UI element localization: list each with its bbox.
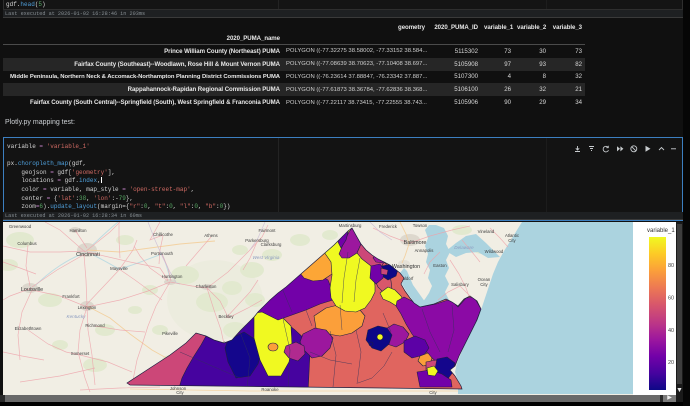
svg-text:Vineland: Vineland <box>478 229 495 234</box>
svg-text:Salisbury: Salisbury <box>451 282 470 287</box>
svg-text:Cincinnati: Cincinnati <box>76 252 100 258</box>
svg-text:20: 20 <box>668 360 674 366</box>
svg-text:West Virginia: West Virginia <box>253 255 280 260</box>
svg-text:80: 80 <box>668 263 674 269</box>
svg-text:Washington: Washington <box>392 264 420 270</box>
svg-text:40: 40 <box>668 328 674 334</box>
svg-text:City: City <box>508 238 516 243</box>
svg-text:Kentucky: Kentucky <box>67 314 87 319</box>
svg-text:Towson: Towson <box>413 223 428 228</box>
svg-text:Louisville: Louisville <box>21 287 43 293</box>
svg-text:Columbus: Columbus <box>17 241 36 246</box>
svg-text:Chillicothe: Chillicothe <box>153 232 173 237</box>
svg-text:Somerset: Somerset <box>71 351 90 356</box>
svg-text:Frankfort: Frankfort <box>62 294 80 299</box>
svg-text:Easton: Easton <box>433 263 447 268</box>
svg-text:Greenwood: Greenwood <box>9 224 32 229</box>
svg-text:Maysville: Maysville <box>110 266 128 271</box>
svg-text:City: City <box>480 282 488 287</box>
svg-text:Frederick: Frederick <box>379 224 398 229</box>
svg-text:Clarksburg: Clarksburg <box>261 242 282 247</box>
svg-text:Beckley: Beckley <box>218 314 234 319</box>
svg-text:Portsmouth: Portsmouth <box>151 251 174 256</box>
svg-text:Wildwood: Wildwood <box>485 249 504 254</box>
svg-text:Baltimore: Baltimore <box>404 240 427 246</box>
svg-text:Elizabethtown: Elizabethtown <box>15 326 42 331</box>
svg-text:Charleston: Charleston <box>196 284 217 289</box>
svg-text:Huntington: Huntington <box>162 274 183 279</box>
svg-text:variable_1: variable_1 <box>647 228 675 234</box>
svg-text:Annapolis: Annapolis <box>415 248 434 253</box>
svg-text:Lexington: Lexington <box>78 305 97 310</box>
svg-text:Fairmont: Fairmont <box>259 228 277 233</box>
svg-text:Martinsburg: Martinsburg <box>339 223 362 228</box>
svg-text:Richmond: Richmond <box>85 323 105 328</box>
svg-text:60: 60 <box>668 296 674 302</box>
svg-text:Hamilton: Hamilton <box>70 228 88 233</box>
svg-text:Athens: Athens <box>204 233 217 238</box>
svg-text:Roanoke: Roanoke <box>261 387 279 392</box>
svg-text:Delaware: Delaware <box>454 245 474 250</box>
svg-text:Pikeville: Pikeville <box>162 331 178 336</box>
